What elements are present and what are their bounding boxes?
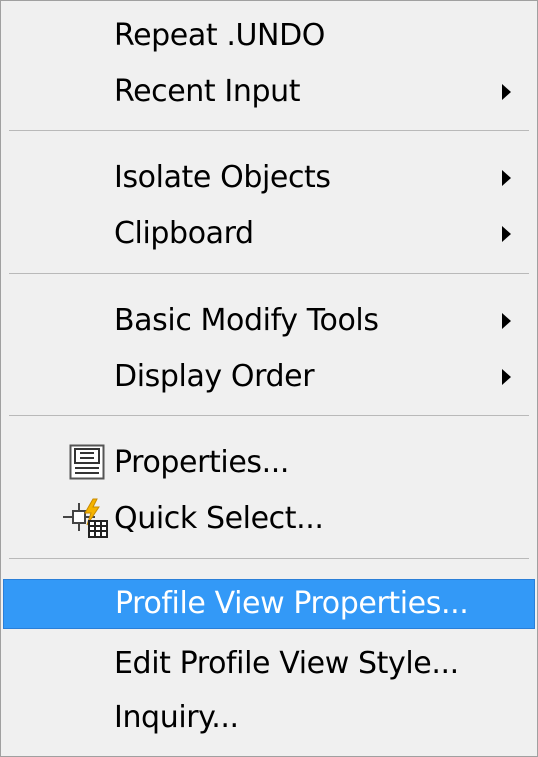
menu-item-label: Inquiry... [114, 699, 239, 735]
menu-item-label: Recent Input [114, 73, 301, 109]
menu-item-display-order[interactable]: Display Order [3, 352, 535, 402]
menu-item-label: Quick Select... [114, 500, 324, 536]
menu-item-isolate-objects[interactable]: Isolate Objects [3, 153, 535, 203]
menu-item-basic-modify-tools[interactable]: Basic Modify Tools [3, 296, 535, 346]
menu-item-label: Clipboard [114, 215, 254, 251]
menu-item-clipboard[interactable]: Clipboard [3, 209, 535, 259]
menu-item-quick-select[interactable]: Quick Select... [3, 494, 535, 544]
menu-item-profile-view-properties[interactable]: Profile View Properties... [3, 579, 535, 629]
menu-separator [9, 273, 529, 274]
menu-item-label: Profile View Properties... [115, 585, 469, 621]
menu-item-repeat-undo[interactable]: Repeat .UNDO [3, 11, 535, 61]
submenu-arrow-icon [502, 170, 511, 186]
submenu-arrow-icon [502, 313, 511, 329]
submenu-arrow-icon [502, 226, 511, 242]
menu-item-label: Isolate Objects [114, 159, 331, 195]
quick-select-icon [63, 498, 108, 538]
menu-item-label: Properties... [114, 444, 290, 480]
menu-item-label: Basic Modify Tools [114, 302, 379, 338]
context-menu: Repeat .UNDO Recent Input Isolate Object… [0, 0, 538, 757]
submenu-arrow-icon [502, 84, 511, 100]
menu-item-label: Display Order [114, 358, 315, 394]
menu-separator [9, 415, 529, 416]
menu-item-recent-input[interactable]: Recent Input [3, 67, 535, 117]
menu-item-properties[interactable]: Properties... [3, 438, 535, 488]
menu-separator [9, 130, 529, 131]
properties-icon [69, 444, 105, 480]
menu-item-edit-profile-view-style[interactable]: Edit Profile View Style... [3, 639, 535, 689]
menu-item-label: Edit Profile View Style... [114, 645, 459, 681]
menu-item-inquiry[interactable]: Inquiry... [3, 693, 535, 743]
menu-item-label: Repeat .UNDO [114, 17, 325, 53]
submenu-arrow-icon [502, 369, 511, 385]
menu-separator [9, 558, 529, 559]
